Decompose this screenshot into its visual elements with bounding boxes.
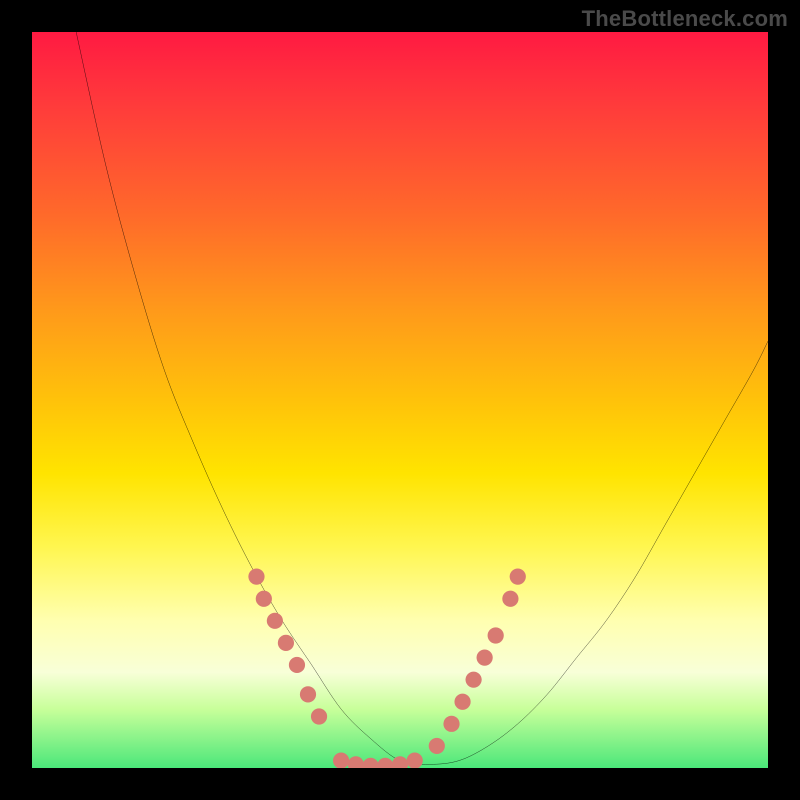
- watermark-text: TheBottleneck.com: [582, 6, 788, 32]
- marker-dot: [348, 756, 364, 768]
- marker-dot: [502, 591, 518, 607]
- curve-layer: [32, 32, 768, 768]
- marker-dot: [392, 756, 408, 768]
- marker-dot: [510, 569, 526, 585]
- marker-dot: [466, 672, 482, 688]
- marker-dot: [300, 686, 316, 702]
- marker-dot: [362, 758, 378, 768]
- marker-dot: [488, 627, 504, 643]
- marker-dot: [443, 716, 459, 732]
- chart-stage: TheBottleneck.com: [0, 0, 800, 800]
- marker-dot: [407, 753, 423, 768]
- marker-dot: [333, 753, 349, 768]
- marker-dots: [248, 569, 525, 768]
- marker-dot: [278, 635, 294, 651]
- marker-dot: [377, 758, 393, 768]
- marker-dot: [429, 738, 445, 754]
- marker-dot: [454, 694, 470, 710]
- marker-dot: [477, 650, 493, 666]
- marker-dot: [267, 613, 283, 629]
- marker-dot: [311, 708, 327, 724]
- marker-dot: [256, 591, 272, 607]
- bottleneck-curve: [76, 32, 768, 764]
- marker-dot: [289, 657, 305, 673]
- plot-area: [32, 32, 768, 768]
- marker-dot: [248, 569, 264, 585]
